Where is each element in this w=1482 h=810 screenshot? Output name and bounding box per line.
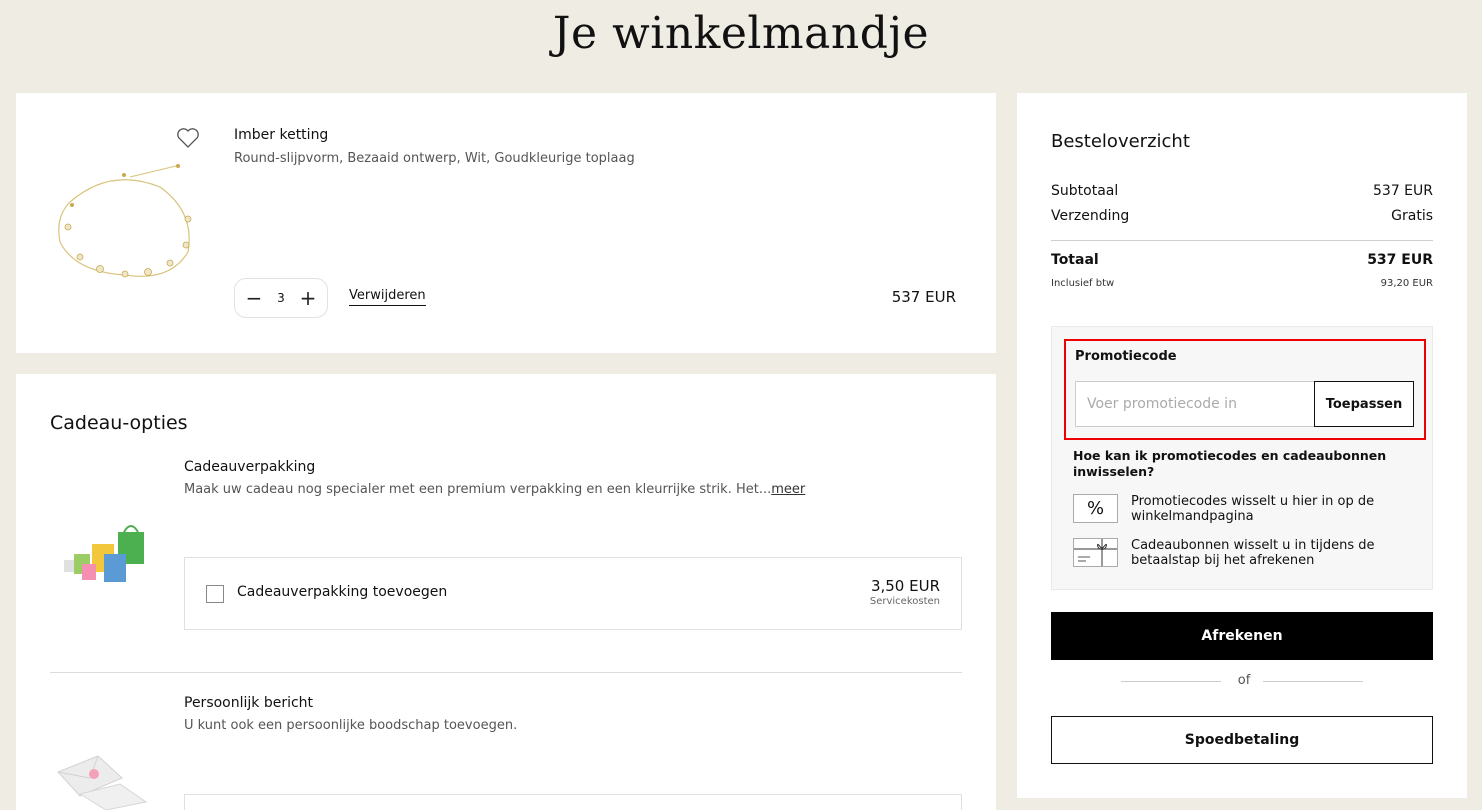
gift-options-title: Cadeau-opties [50, 412, 188, 434]
gift-wrapping-checkbox[interactable] [206, 585, 224, 603]
more-link[interactable]: meer [771, 482, 805, 497]
or-divider-right [1263, 681, 1363, 682]
cart-item-card: Imber ketting Round-slijpvorm, Bezaaid o… [16, 93, 996, 353]
page-title: Je winkelmandje [552, 8, 930, 59]
quantity-value: 3 [277, 291, 285, 305]
subtotal-value: 537 EUR [1373, 183, 1433, 199]
express-checkout-button[interactable]: Spoedbetaling [1051, 716, 1433, 764]
gift-wrapping-text: Maak uw cadeau nog specialer met een pre… [184, 482, 772, 497]
product-price: 537 EUR [891, 288, 956, 306]
promo-panel: Promotiecode Toepassen Hoe kan ik promot… [1051, 326, 1433, 590]
promo-info-text: Promotiecodes wisselt u hier in op de wi… [1131, 494, 1375, 524]
giftcard-info-text: Cadeaubonnen wisselt u in tijdens de bet… [1131, 538, 1375, 568]
percent-icon: % [1073, 494, 1118, 523]
envelope-image [50, 754, 160, 810]
gift-wrapping-price: 3,50 EUR [870, 577, 940, 595]
promo-howto-title: Hoe kan ik promotiecodes en cadeaubonnen… [1073, 448, 1387, 479]
quantity-stepper: − 3 + [234, 278, 328, 318]
checkout-button[interactable]: Afrekenen [1051, 612, 1433, 660]
vat-row: Inclusief btw 93,20 EUR [1051, 278, 1433, 289]
personal-message-option[interactable] [184, 794, 962, 810]
necklace-image[interactable] [50, 157, 200, 287]
subtotal-row: Subtotaal 537 EUR [1051, 183, 1433, 199]
service-cost-label: Servicekosten [869, 596, 940, 607]
vat-value: 93,20 EUR [1380, 278, 1433, 289]
promo-code-section: Promotiecode Toepassen [1064, 339, 1426, 440]
order-summary-card: Besteloverzicht Subtotaal 537 EUR Verzen… [1017, 93, 1467, 798]
or-divider-left [1121, 681, 1221, 682]
personal-message-description: U kunt ook een persoonlijke boodschap to… [184, 718, 518, 733]
total-value: 537 EUR [1367, 252, 1433, 268]
shipping-value: Gratis [1391, 208, 1433, 224]
remove-link[interactable]: Verwijderen [349, 288, 426, 306]
heart-icon[interactable] [176, 127, 200, 149]
order-summary-title: Besteloverzicht [1051, 131, 1190, 152]
total-label: Totaal [1051, 252, 1099, 268]
promo-code-input[interactable] [1075, 381, 1315, 427]
gift-card-icon [1073, 538, 1118, 567]
gift-bags-image [56, 514, 152, 584]
gift-wrapping-checkbox-label[interactable]: Cadeauverpakking toevoegen [237, 584, 447, 600]
total-row: Totaal 537 EUR [1051, 252, 1433, 268]
product-description: Round-slijpvorm, Bezaaid ontwerp, Wit, G… [234, 151, 635, 166]
gift-wrapping-description: Maak uw cadeau nog specialer met een pre… [184, 482, 805, 497]
gift-wrapping-option[interactable]: Cadeauverpakking toevoegen 3,50 EUR Serv… [184, 557, 962, 630]
minus-icon[interactable]: − [245, 288, 263, 308]
summary-divider [1051, 240, 1433, 241]
gift-wrapping-title: Cadeauverpakking [184, 459, 316, 475]
subtotal-label: Subtotaal [1051, 183, 1119, 199]
apply-promo-button[interactable]: Toepassen [1314, 381, 1414, 427]
promo-code-label: Promotiecode [1075, 349, 1177, 364]
personal-message-title: Persoonlijk bericht [184, 695, 314, 711]
vat-label: Inclusief btw [1051, 278, 1115, 289]
gift-options-card: Cadeau-opties Cadeauverpakking Maak uw c… [16, 374, 996, 810]
shipping-row: Verzending Gratis [1051, 208, 1433, 224]
plus-icon[interactable]: + [299, 288, 317, 308]
divider [50, 672, 962, 673]
product-name[interactable]: Imber ketting [234, 127, 328, 143]
shipping-label: Verzending [1051, 208, 1130, 224]
or-label: of [1237, 673, 1251, 688]
